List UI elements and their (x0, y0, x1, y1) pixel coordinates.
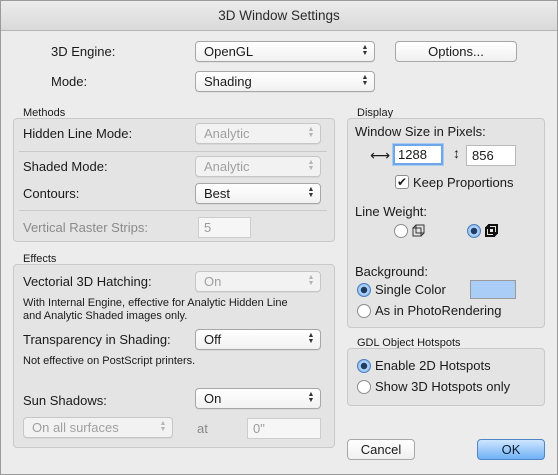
at-field: 0" (247, 418, 321, 439)
enable-2d-label: Enable 2D Hotspots (375, 358, 491, 373)
hatching-popup: On ▲ ▼ (195, 271, 321, 292)
divider (19, 151, 327, 152)
sun-label: Sun Shadows: (23, 393, 107, 408)
photorendering-label: As in PhotoRendering (375, 303, 502, 318)
surfaces-popup: On all surfaces ▲ ▼ (23, 417, 173, 438)
line-weight-label: Line Weight: (355, 204, 428, 219)
divider (19, 210, 327, 211)
options-button[interactable]: Options... (395, 41, 517, 62)
popup-arrows-icon: ▲ ▼ (307, 391, 315, 404)
contours-popup[interactable]: Best ▲ ▼ (195, 183, 321, 204)
width-arrows-icon: ⟷ (370, 147, 391, 163)
show-3d-radio[interactable] (357, 380, 371, 394)
mode-popup[interactable]: Shading ▲ ▼ (195, 71, 375, 92)
transparency-note: Not effective on PostScript printers. (23, 355, 196, 367)
single-color-radio[interactable] (357, 283, 371, 297)
window-title: 3D Window Settings (1, 1, 557, 31)
hidden-line-label: Hidden Line Mode: (23, 126, 133, 141)
raster-field: 5 (198, 217, 251, 238)
hatching-note-line2: and Analytic Shaded images only. (23, 310, 188, 322)
popup-arrows-icon: ▲ ▼ (361, 44, 369, 57)
line-weight-thick-radio[interactable] (467, 224, 481, 238)
popup-arrows-icon: ▲ ▼ (361, 74, 369, 87)
popup-arrows-icon: ▲ ▼ (159, 420, 167, 433)
sun-popup[interactable]: On ▲ ▼ (195, 388, 321, 409)
mode-value: Shading (204, 74, 252, 89)
settings-dialog: 3D Window Settings 3D Engine: OpenGL ▲ ▼ … (0, 0, 558, 475)
contours-label: Contours: (23, 186, 80, 201)
popup-arrows-icon: ▲ ▼ (307, 274, 315, 287)
shaded-mode-value: Analytic (204, 159, 250, 174)
show-3d-label: Show 3D Hotspots only (375, 379, 511, 394)
cancel-button[interactable]: Cancel (347, 439, 415, 460)
popup-arrows-icon: ▲ ▼ (307, 159, 315, 172)
transparency-popup[interactable]: Off ▲ ▼ (195, 329, 321, 350)
popup-arrows-icon: ▲ ▼ (307, 332, 315, 345)
ok-button[interactable]: OK (477, 439, 545, 460)
height-field[interactable]: 856 (466, 145, 516, 166)
keep-proportions-checkbox[interactable]: ✔ (395, 175, 409, 189)
contours-value: Best (204, 186, 231, 201)
background-label: Background: (355, 264, 428, 279)
width-field[interactable]: 1288 (393, 144, 443, 165)
thin-line-cube-icon (412, 224, 425, 237)
window-size-label: Window Size in Pixels: (355, 124, 486, 139)
mode-label: Mode: (51, 74, 88, 89)
at-label: at (197, 421, 208, 436)
shaded-mode-popup: Analytic ▲ ▼ (195, 156, 321, 177)
hidden-line-popup: Analytic ▲ ▼ (195, 123, 321, 144)
sun-value: On (204, 391, 222, 406)
height-arrows-icon: ↕ (453, 145, 460, 161)
gdl-group (347, 348, 545, 406)
shaded-mode-label: Shaded Mode: (23, 159, 108, 174)
line-weight-thin-radio[interactable] (394, 224, 408, 238)
engine-value: OpenGL (204, 44, 254, 59)
background-color-swatch[interactable] (470, 280, 516, 299)
hatching-value: On (204, 274, 222, 289)
thick-line-cube-icon (485, 224, 498, 237)
hatching-label: Vectorial 3D Hatching: (23, 274, 152, 289)
engine-popup[interactable]: OpenGL ▲ ▼ (195, 41, 375, 62)
enable-2d-radio[interactable] (357, 359, 371, 373)
transparency-value: Off (204, 332, 222, 347)
popup-arrows-icon: ▲ ▼ (307, 126, 315, 139)
single-color-label: Single Color (375, 282, 446, 297)
popup-arrows-icon: ▲ ▼ (307, 186, 315, 199)
engine-label: 3D Engine: (51, 44, 116, 59)
transparency-label: Transparency in Shading: (23, 332, 171, 347)
keep-proportions-label: Keep Proportions (413, 175, 514, 190)
photorendering-radio[interactable] (357, 304, 371, 318)
surfaces-value: On all surfaces (32, 420, 119, 435)
raster-label: Vertical Raster Strips: (23, 220, 148, 235)
hidden-line-value: Analytic (204, 126, 250, 141)
